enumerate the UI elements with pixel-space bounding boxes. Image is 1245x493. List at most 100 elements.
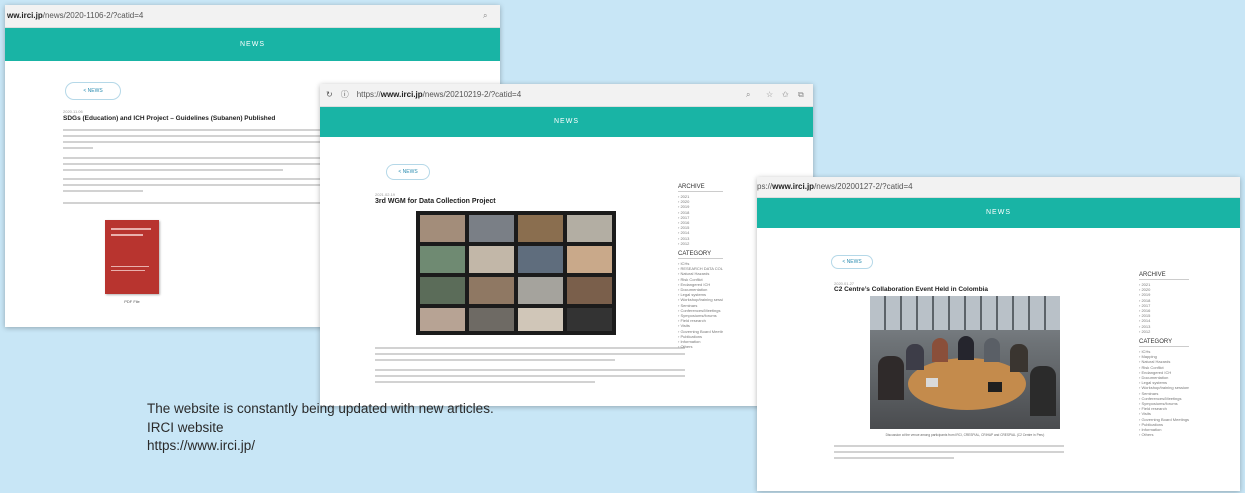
text-line xyxy=(375,369,685,371)
participant-tile xyxy=(518,246,563,273)
url-path: /news/20210219-2/?catid=4 xyxy=(422,90,522,99)
participant-tile xyxy=(518,277,563,304)
news-banner-label: NEWS xyxy=(986,209,1011,216)
text-line xyxy=(375,381,595,383)
screenshot-news-colombia: ps://www.irci.jp/news/20200127-2/?catid=… xyxy=(757,177,1240,491)
guidelines-book-cover[interactable] xyxy=(105,220,159,294)
sidebar-link[interactable]: › 2012 xyxy=(1139,329,1189,334)
category-list: › ICHs › Mapping › Natural Hazards › Risk C… xyxy=(1139,349,1189,437)
participant-tile xyxy=(567,308,612,331)
back-to-news-button[interactable]: < NEWS xyxy=(831,255,873,269)
back-to-news-button[interactable]: < NEWS xyxy=(386,164,430,180)
participant xyxy=(1010,344,1028,372)
participant-tile xyxy=(469,215,514,242)
article-date: 2020.11.06 xyxy=(63,109,83,114)
sidebar-link[interactable]: › Workshop/training sessions xyxy=(678,297,723,302)
text-line xyxy=(375,347,685,349)
meeting-photo[interactable] xyxy=(870,296,1060,429)
archive-heading: ARCHIVE xyxy=(678,184,723,192)
url-path: /news/2020-1106-2/?catid=4 xyxy=(42,11,144,20)
text-line xyxy=(834,445,1064,447)
sidebar: ARCHIVE › 2021 › 2020 › 2019 › 2018 › 2017 › … xyxy=(1139,272,1189,437)
participant xyxy=(984,338,1000,362)
info-icon: ⓘ xyxy=(340,90,349,99)
news-banner-label: NEWS xyxy=(240,41,265,48)
sidebar-link[interactable]: › Others xyxy=(678,344,723,349)
caption-line: IRCI website xyxy=(147,419,224,435)
participant-tile xyxy=(469,277,514,304)
participant xyxy=(1030,366,1056,416)
news-banner: NEWS xyxy=(5,28,500,61)
laptop xyxy=(988,382,1002,392)
text-line xyxy=(375,375,685,377)
participant-tile xyxy=(567,215,612,242)
category-list: › ICHs› RESEARCH DATA COLLECTION› Natura… xyxy=(678,261,723,349)
back-button-label: < NEWS xyxy=(842,259,862,265)
address-bar[interactable]: ww.irci.jp/news/2020-1106-2/?catid=4 ⌕ xyxy=(5,5,500,28)
news-banner-label: NEWS xyxy=(554,118,579,125)
bookmark-star-icon[interactable]: ☆ xyxy=(766,84,773,106)
article-title: SDGs (Education) and ICH Project – Guide… xyxy=(63,115,276,122)
archive-list: › 2021 › 2020 › 2019 › 2018 › 2017 › 2016 › 20… xyxy=(1139,282,1189,334)
website-url-link[interactable]: https://www.irci.jp/ xyxy=(147,437,494,456)
window-frame xyxy=(870,296,1060,330)
url-path: /news/20200127-2/?catid=4 xyxy=(814,182,913,191)
url-prefix: ps:// xyxy=(757,182,773,191)
caption-line: The website is constantly being updated … xyxy=(147,401,494,416)
collections-icon[interactable]: ⧉ xyxy=(798,84,804,106)
participant-tile xyxy=(469,308,514,331)
article-date: 2021.02.19 xyxy=(375,192,396,197)
photo-caption: Discussion at the venue among participan… xyxy=(885,433,1045,437)
participant xyxy=(878,356,904,400)
back-to-news-button[interactable]: < NEWS xyxy=(65,82,121,100)
zoom-icon[interactable]: ⌕ xyxy=(746,84,750,106)
participant-tile xyxy=(469,246,514,273)
participant-tile xyxy=(420,246,465,273)
text-line xyxy=(834,451,1064,453)
participant-tile xyxy=(518,215,563,242)
text-line xyxy=(63,169,283,171)
search-icon[interactable]: ⌕ xyxy=(483,5,487,27)
address-bar[interactable]: ps://www.irci.jp/news/20200127-2/?catid=… xyxy=(757,177,1240,198)
sidebar-link[interactable]: › Others xyxy=(1139,432,1189,437)
participant-tile xyxy=(518,308,563,331)
url-prefix: https:// xyxy=(356,90,381,99)
participant-tile xyxy=(420,308,465,331)
video-conference-photo[interactable] xyxy=(416,211,616,335)
archive-list: › 2021 › 2020 › 2019 › 2018 › 2017 › 2016 › 20… xyxy=(678,194,723,246)
news-banner: NEWS xyxy=(320,107,813,137)
participant-tile xyxy=(420,277,465,304)
article-title: 3rd WGM for Data Collection Project xyxy=(375,198,496,205)
reload-icon[interactable]: ↻ xyxy=(326,90,333,99)
news-banner: NEWS xyxy=(757,198,1240,228)
text-line xyxy=(63,190,143,192)
url-host: ww.irci.jp xyxy=(7,11,43,20)
article-title: C2 Centre’s Collaboration Event Held in … xyxy=(834,286,988,293)
url-host: www.irci.jp xyxy=(772,182,815,191)
participant-tile xyxy=(567,277,612,304)
back-button-label: < NEWS xyxy=(398,169,418,175)
text-line xyxy=(375,353,685,355)
text-line xyxy=(63,147,93,149)
caption-block: The website is constantly being updated … xyxy=(147,400,494,456)
participant-tile xyxy=(567,246,612,273)
url-host: www.irci.jp xyxy=(380,90,423,99)
sidebar-link[interactable]: › 2012 xyxy=(678,241,723,246)
favorites-icon[interactable]: ✩ xyxy=(782,84,789,106)
book-caption: PDF File xyxy=(124,299,140,304)
archive-heading: ARCHIVE xyxy=(1139,272,1189,280)
category-heading: CATEGORY xyxy=(1139,339,1189,348)
address-bar[interactable]: ↻ ⓘ https://www.irci.jp/news/20210219-2/?c… xyxy=(320,84,813,107)
participant xyxy=(906,344,924,370)
sidebar-link[interactable]: › Workshop/training sessions xyxy=(1139,385,1189,390)
category-heading: CATEGORY xyxy=(678,251,723,260)
sidebar: ARCHIVE › 2021 › 2020 › 2019 › 2018 › 2017 › … xyxy=(678,184,723,349)
text-line xyxy=(834,457,954,459)
participant xyxy=(932,338,948,362)
participant xyxy=(958,336,974,360)
back-button-label: < NEWS xyxy=(83,88,103,94)
screenshot-news-wgm: ↻ ⓘ https://www.irci.jp/news/20210219-2/?c… xyxy=(320,84,813,406)
laptop xyxy=(926,378,938,387)
text-line xyxy=(375,359,615,361)
participant-tile xyxy=(420,215,465,242)
